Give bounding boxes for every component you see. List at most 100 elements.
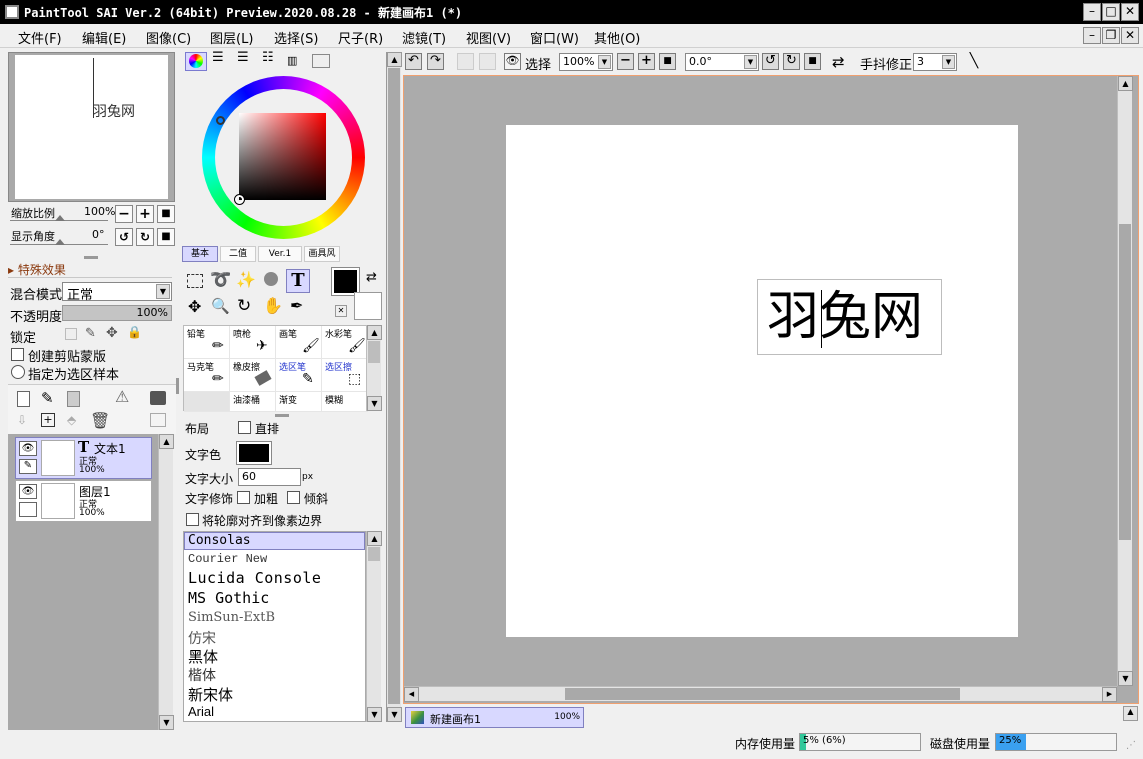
magic-wand-tool-icon[interactable]: ✨ <box>236 270 256 289</box>
new-vector-layer-icon[interactable]: ✎ <box>41 389 54 407</box>
zoom-in-button[interactable]: + <box>136 205 154 223</box>
brush-pencil[interactable]: 铅笔 ✏ <box>184 326 230 359</box>
panel-splitter[interactable] <box>176 378 179 394</box>
rotate-left-button[interactable]: ↺ <box>115 228 133 246</box>
brush-marker[interactable]: 马克笔 ✏ <box>184 359 230 392</box>
scroll-up-icon[interactable]: ▲ <box>159 434 174 449</box>
rotate-reset-button[interactable]: ■ <box>157 228 175 246</box>
blend-mode-select[interactable]: 正常 ▼ <box>62 282 172 303</box>
mask-icon[interactable] <box>150 391 166 405</box>
zoom-select[interactable]: 100% ▼ <box>559 53 613 71</box>
canvas[interactable]: 羽兔网 <box>506 125 1018 637</box>
scroll-down-icon[interactable]: ▼ <box>1118 671 1133 686</box>
eye-icon[interactable]: 👁 <box>19 484 37 499</box>
color-picker-marker[interactable] <box>234 194 245 205</box>
canvas-vscrollbar[interactable]: ▲ ▼ <box>1117 76 1133 686</box>
apply-mask-icon[interactable] <box>150 413 166 427</box>
primary-color-swatch[interactable] <box>331 267 360 296</box>
lock-all-icon[interactable]: 🔒 <box>127 325 142 339</box>
clip-mask-checkbox[interactable] <box>11 348 24 361</box>
zoom-slider-thumb[interactable] <box>55 215 65 221</box>
doc-minimize-button[interactable]: – <box>1083 27 1101 44</box>
menu-image[interactable]: 图像(C) <box>146 28 191 47</box>
eye-icon[interactable]: 👁 <box>19 441 37 456</box>
tab-basic[interactable]: 基本 <box>182 246 218 262</box>
text-tool-icon[interactable]: T <box>286 269 310 293</box>
scroll-thumb[interactable] <box>1119 224 1131 540</box>
transfer-down-icon[interactable]: ⇩ <box>17 413 27 427</box>
layer-item-text1[interactable]: 👁 ✎ T 文本1 正常 100% <box>15 437 152 479</box>
rotate-right-button[interactable]: ↻ <box>783 53 800 70</box>
text-size-input[interactable]: 60 <box>238 468 301 486</box>
lock-paint-icon[interactable]: ✎ <box>85 326 96 341</box>
menu-view[interactable]: 视图(V) <box>466 28 511 47</box>
palette-list-icon[interactable]: ☷ <box>262 51 274 64</box>
zoom-in-button[interactable]: + <box>638 53 655 70</box>
angle-select[interactable]: 0.0° ▼ <box>685 53 759 71</box>
splitter-handle[interactable] <box>84 256 98 259</box>
tabs-scroll-up-icon[interactable]: ▲ <box>1123 706 1138 721</box>
swatch-icon[interactable]: ▥ <box>287 54 297 67</box>
tab-brush-style[interactable]: 画具风 <box>304 246 340 262</box>
redo-button[interactable]: ↷ <box>427 53 444 70</box>
transparent-color-icon[interactable]: ✕ <box>335 305 347 317</box>
flip-horizontal-icon[interactable]: ⇄ <box>832 53 845 71</box>
brush-brush[interactable]: 画笔 🖌 <box>276 326 322 359</box>
canvas-area[interactable]: 羽兔网 ▲ ▼ ◀ ▶ <box>403 75 1139 704</box>
scroll-right-icon[interactable]: ▶ <box>1102 687 1117 702</box>
brush-select-eraser[interactable]: 选区擦 ⬚ <box>322 359 368 392</box>
scratchpad-icon[interactable] <box>312 54 330 68</box>
scroll-down-icon[interactable]: ▼ <box>367 707 382 722</box>
menu-other[interactable]: 其他(O) <box>594 28 640 47</box>
eyedropper-tool-icon[interactable]: ✒ <box>290 296 303 315</box>
vertical-text-checkbox[interactable] <box>238 421 251 434</box>
text-color-swatch[interactable] <box>236 441 272 465</box>
rotate-left-button[interactable]: ↺ <box>762 53 779 70</box>
font-item-fangsong[interactable]: 仿宋 <box>188 628 216 648</box>
zoom-out-button[interactable]: − <box>115 205 133 223</box>
font-item-consolas[interactable]: Consolas <box>188 533 251 548</box>
tab-ver1[interactable]: Ver.1 <box>258 246 302 262</box>
layer-scrollbar[interactable]: ▲ ▼ <box>158 434 174 730</box>
resize-grip-icon[interactable]: ⋰ <box>1126 740 1136 751</box>
pixel-align-checkbox[interactable] <box>186 513 199 526</box>
deselect-button[interactable] <box>457 53 474 70</box>
font-item-simsun[interactable]: SimSun-ExtB <box>188 610 275 625</box>
layer-item-layer1[interactable]: 👁 图层1 正常 100% <box>15 480 152 522</box>
maximize-button[interactable]: □ <box>1102 3 1120 21</box>
rect-select-tool[interactable] <box>187 274 203 288</box>
lasso-tool-icon[interactable]: ➰ <box>210 270 231 290</box>
bold-checkbox[interactable] <box>237 491 250 504</box>
lock-transparency-icon[interactable] <box>65 328 77 340</box>
scroll-up-icon[interactable]: ▲ <box>367 325 382 340</box>
menu-ruler[interactable]: 尺子(R) <box>338 28 383 47</box>
menu-layer[interactable]: 图层(L) <box>210 28 253 47</box>
eye-icon[interactable]: 👁 <box>504 53 521 70</box>
edit-slot-icon[interactable] <box>19 502 37 517</box>
scroll-down-icon[interactable]: ▼ <box>367 396 382 411</box>
scroll-thumb[interactable] <box>565 688 960 700</box>
rgb-slider-icon[interactable]: ☰ <box>212 51 224 64</box>
font-item-lucida[interactable]: Lucida Console <box>188 569 321 587</box>
lock-move-icon[interactable]: ✥ <box>106 325 118 341</box>
brush-scrollbar[interactable]: ▲ ▼ <box>366 325 382 411</box>
opacity-slider[interactable]: 100% <box>62 305 172 321</box>
splitter-handle[interactable] <box>275 414 289 417</box>
brush-airbrush[interactable]: 喷枪 ✈ <box>230 326 276 359</box>
invert-selection-button[interactable] <box>479 53 496 70</box>
font-item-heiti[interactable]: 黑体 <box>188 646 218 667</box>
stabilizer-select[interactable]: 3 ▼ <box>913 53 957 71</box>
document-tab[interactable]: 新建画布1 100% <box>405 707 584 728</box>
doc-close-button[interactable]: ✕ <box>1121 27 1139 44</box>
new-folder-icon[interactable] <box>67 391 80 407</box>
menu-edit[interactable]: 编辑(E) <box>82 28 126 47</box>
brush-empty-slot[interactable] <box>184 392 230 412</box>
text-box[interactable]: 羽兔网 <box>757 279 942 355</box>
brush-bucket[interactable]: 油漆桶 <box>230 392 276 412</box>
zoom-tool-icon[interactable]: 🔍 <box>211 297 230 315</box>
scroll-left-icon[interactable]: ◀ <box>404 687 419 702</box>
menu-filter[interactable]: 滤镜(T) <box>402 28 446 47</box>
close-button[interactable]: ✕ <box>1121 3 1139 21</box>
saturation-value-square[interactable] <box>239 113 326 200</box>
pencil-icon[interactable]: ✎ <box>19 459 37 474</box>
